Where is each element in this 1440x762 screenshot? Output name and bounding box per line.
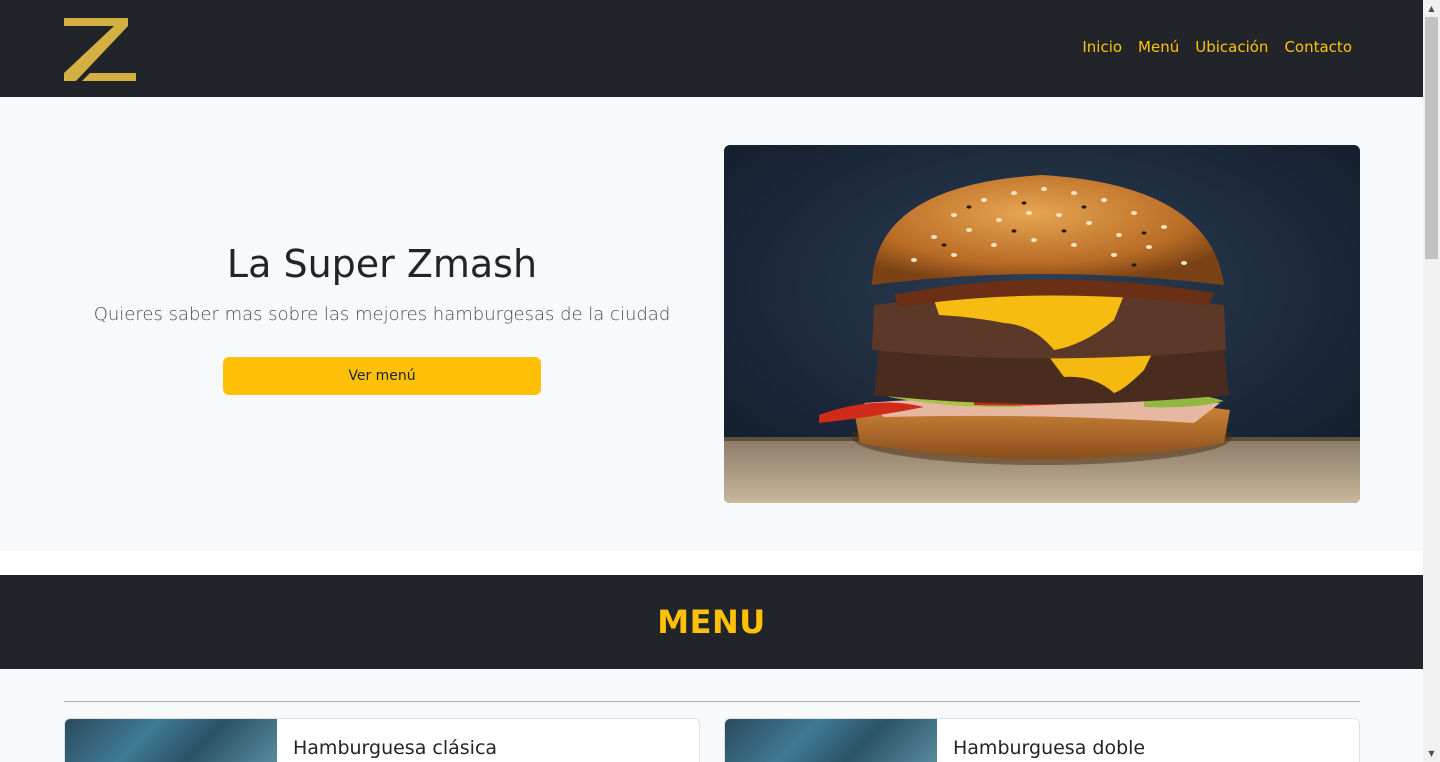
scroll-thumb[interactable] (1425, 17, 1438, 259)
navbar: Inicio Menú Ubicación Contacto (0, 0, 1423, 97)
hero-section: La Super Zmash Quieres saber mas sobre l… (0, 97, 1423, 551)
hero-text: La Super Zmash Quieres saber mas sobre l… (64, 97, 700, 551)
burger-photo (724, 145, 1360, 503)
menu-card-image (725, 719, 937, 762)
vertical-scrollbar[interactable]: ▲ ▼ (1423, 0, 1440, 762)
view-menu-button[interactable]: Ver menú (223, 357, 541, 395)
nav-links: Inicio Menú Ubicación Contacto (1082, 38, 1352, 56)
menu-header: MENU (0, 575, 1423, 669)
nav-link-ubicacion[interactable]: Ubicación (1195, 38, 1268, 56)
scroll-up-arrow-icon[interactable]: ▲ (1423, 0, 1440, 17)
scroll-down-arrow-icon[interactable]: ▼ (1423, 745, 1440, 762)
menu-card-title: Hamburguesa doble (953, 737, 1146, 759)
nav-link-inicio[interactable]: Inicio (1082, 38, 1122, 56)
menu-card[interactable]: Hamburguesa doble (724, 718, 1360, 762)
z-logo-icon[interactable] (64, 18, 136, 81)
menu-title: MENU (657, 603, 766, 641)
menu-card-title: Hamburguesa clásica (293, 737, 498, 759)
hero-title: La Super Zmash (226, 242, 538, 286)
menu-card[interactable]: Hamburguesa clásica (64, 718, 700, 762)
menu-list: Hamburguesa clásica Hamburguesa doble (0, 669, 1423, 762)
nav-link-contacto[interactable]: Contacto (1284, 38, 1352, 56)
hero-subtitle: Quieres saber mas sobre las mejores hamb… (93, 304, 671, 325)
menu-card-image (65, 719, 277, 762)
nav-link-menu[interactable]: Menú (1138, 38, 1179, 56)
divider (64, 701, 1360, 702)
